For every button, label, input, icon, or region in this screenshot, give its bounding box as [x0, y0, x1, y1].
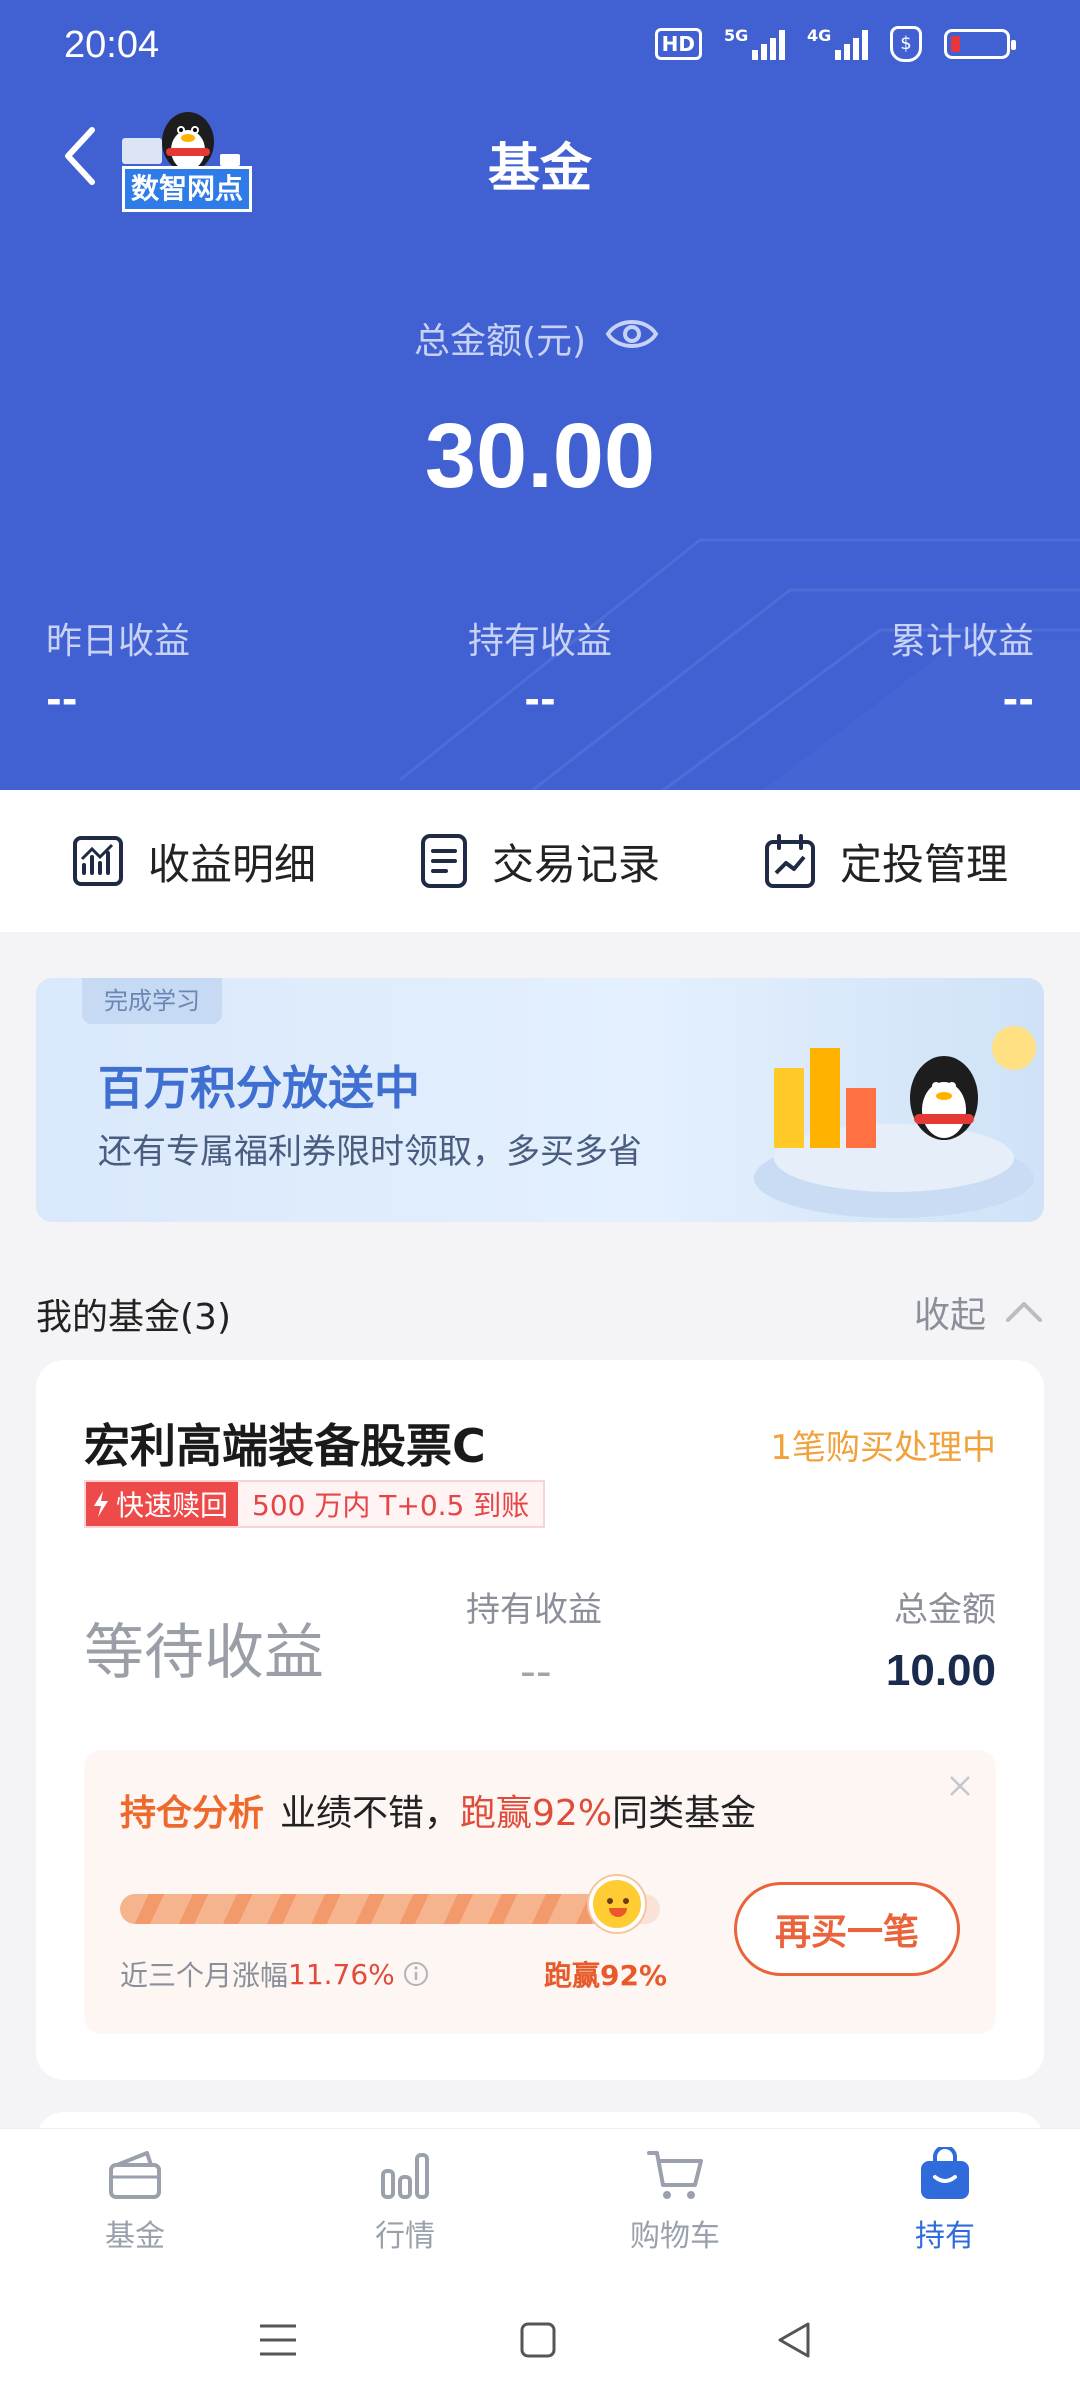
back-triangle-icon[interactable]	[774, 2320, 814, 2360]
action-transaction-records[interactable]: 交易记录	[420, 831, 660, 892]
status-time: 20:04	[64, 24, 160, 66]
chart-icon	[72, 836, 123, 886]
fund-status[interactable]: 1笔购买处理中	[770, 1420, 996, 1469]
action-label: 收益明细	[147, 839, 316, 889]
wallet-icon	[109, 2151, 161, 2199]
status-bar: 20:04 HD 5G 4G $	[0, 0, 1080, 96]
battery-icon	[944, 29, 1016, 59]
total-amount-label: 总金额(元)	[413, 321, 587, 362]
collapse-button[interactable]: 收起	[914, 1286, 1044, 1338]
tab-label: 基金	[105, 2219, 165, 2254]
signal-4g-icon: 4G	[807, 26, 868, 60]
close-icon[interactable]	[948, 1774, 972, 1798]
beat-percentage: 跑赢92%	[544, 1959, 668, 1992]
lightning-icon	[94, 1491, 108, 1517]
analysis-title: 持仓分析 业绩不错，跑赢92%同类基金	[120, 1793, 757, 1834]
my-funds-title: 我的基金(3)	[36, 1297, 231, 1338]
document-icon	[420, 834, 467, 888]
tab-label: 购物车	[630, 2219, 720, 2254]
shopping-bag-icon	[921, 2147, 969, 2199]
position-analysis: 持仓分析 业绩不错，跑赢92%同类基金 近三个月涨幅 11.76% 跑赢92% 再买…	[84, 1750, 996, 2034]
security-shield-icon: $	[890, 26, 922, 62]
redeem-tag-desc: 500 万内 T+0.5 到账	[238, 1482, 544, 1526]
fund-card[interactable]: 宏利高端装备股票C 1笔购买处理中 快速赎回 500 万内 T+0.5 到账 等…	[36, 1360, 1044, 2080]
action-label: 交易记录	[491, 839, 660, 889]
action-label: 定投管理	[839, 839, 1008, 889]
holding-profit-label: 持有收益	[466, 1590, 602, 1630]
banner-title: 百万积分放送中	[98, 1061, 420, 1115]
total-amount-value: 30.00	[424, 405, 656, 507]
menu-icon[interactable]	[258, 2320, 298, 2360]
action-profit-details[interactable]: 收益明细	[72, 831, 316, 892]
redeem-tag-label: 快速赎回	[116, 1489, 229, 1522]
tab-label: 行情	[375, 2219, 435, 2254]
page-title: 基金	[487, 139, 592, 199]
eye-toggle-icon[interactable]	[604, 314, 660, 354]
header: 20:04 HD 5G 4G $ 数智网点 基金 总金额(元) 30.00 昨日…	[0, 0, 1080, 790]
calendar-icon	[764, 834, 815, 888]
signal-5g-icon: 5G	[724, 26, 785, 60]
bar-chart-icon	[381, 2153, 429, 2199]
system-navigation-bar	[0, 2280, 1080, 2408]
info-icon[interactable]	[403, 1961, 429, 1987]
tab-market[interactable]: 行情	[270, 2129, 540, 2280]
chevron-up-icon	[1006, 1302, 1042, 1322]
hd-icon: HD	[654, 28, 702, 60]
banner-tag: 完成学习	[82, 978, 222, 1024]
tab-holdings[interactable]: 持有	[810, 2129, 1080, 2280]
total-amount-label: 总金额	[894, 1590, 996, 1630]
buy-again-button[interactable]: 再买一笔	[734, 1882, 960, 1976]
tab-fund[interactable]: 基金	[0, 2129, 270, 2280]
smiley-icon	[588, 1876, 645, 1932]
stat-cumulative-profit: 累计收益 --	[889, 621, 1034, 722]
fund-name[interactable]: 宏利高端装备股票C	[84, 1410, 486, 1476]
collapse-label: 收起	[913, 1295, 986, 1336]
waiting-profit: 等待收益	[84, 1618, 324, 1688]
performance-bar-fill	[120, 1894, 617, 1924]
banner-illustration-icon	[754, 1026, 1036, 1218]
home-square-icon[interactable]	[518, 2320, 558, 2360]
promo-banner[interactable]: 完成学习 百万积分放送中 还有专属福利券限时领取，多买多省	[36, 978, 1044, 1222]
performance-bar	[120, 1894, 660, 1924]
three-month-rise: 近三个月涨幅 11.76%	[120, 1954, 429, 1994]
quick-redeem-tag: 快速赎回 500 万内 T+0.5 到账	[84, 1480, 546, 1528]
tab-cart[interactable]: 购物车	[540, 2129, 810, 2280]
tab-label: 持有	[915, 2219, 975, 2254]
shopping-cart-icon	[647, 2151, 703, 2199]
quick-actions: 收益明细 交易记录 定投管理	[0, 790, 1080, 932]
holding-profit-value: --	[520, 1646, 552, 1697]
bottom-tab-bar: 基金 行情 购物车 持有	[0, 2128, 1080, 2280]
total-amount-value: 10.00	[885, 1646, 996, 1695]
status-icons: HD 5G 4G $	[654, 26, 1016, 62]
action-sip-management[interactable]: 定投管理	[764, 831, 1008, 892]
banner-subtitle: 还有专属福利券限时领取，多买多省	[98, 1132, 642, 1172]
